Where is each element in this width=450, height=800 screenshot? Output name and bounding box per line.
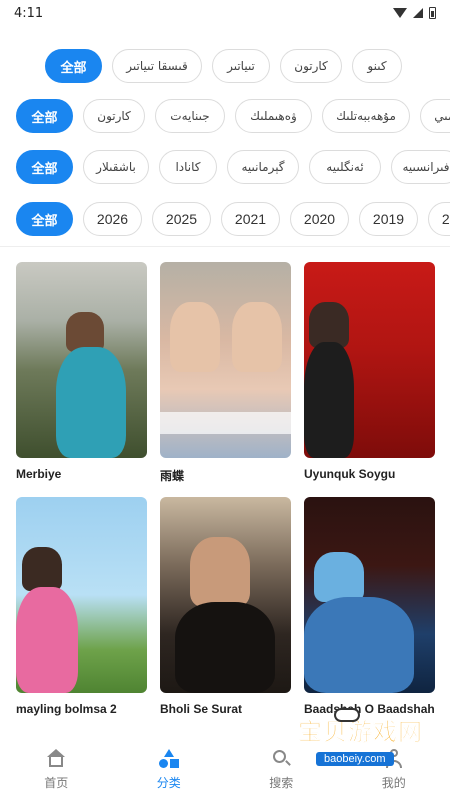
chip-type-2[interactable]: تىياتىر (212, 49, 270, 83)
status-time: 4:11 (14, 5, 44, 21)
chip-region-2[interactable]: كانادا (159, 150, 217, 184)
nav-home-label: 首页 (44, 776, 69, 790)
chip-region-all[interactable]: 全部 (16, 150, 73, 184)
video-card[interactable]: mayling bolmsa 2 (16, 497, 147, 718)
nav-search-label: 搜索 (269, 776, 294, 790)
chip-region-3[interactable]: گېرمانىيە (227, 150, 299, 184)
video-card[interactable]: 雨蝶 (160, 262, 291, 483)
filter-row-region[interactable]: 全部 باشقىلار كانادا گېرمانىيە ئەنگلىيە فى… (0, 147, 450, 187)
chip-genre-3[interactable]: ۋەھىملىك (235, 99, 312, 133)
filter-row-type[interactable]: 全部 قىسقا تىياتىر تىياتىر كارتون كىنو (0, 46, 450, 86)
chip-genre-4[interactable]: مۇھەببەتلىك (322, 99, 410, 133)
chip-region-4[interactable]: ئەنگلىيە (309, 150, 381, 184)
video-title: Merbiye (16, 467, 62, 481)
chip-genre-5[interactable]: ئىلمىي (420, 99, 450, 133)
video-title: Bholi Se Surat (160, 702, 243, 716)
video-thumbnail[interactable] (160, 497, 291, 693)
user-icon (383, 749, 405, 769)
chip-type-3[interactable]: كارتون (280, 49, 342, 83)
section-divider (0, 246, 450, 247)
chip-genre-2[interactable]: جىنايەت (155, 99, 225, 133)
category-icon (158, 749, 180, 769)
chip-year-2019[interactable]: 2019 (359, 202, 418, 236)
chip-year-2025[interactable]: 2025 (152, 202, 211, 236)
nav-category[interactable]: 分类 (124, 749, 214, 791)
chip-region-1[interactable]: باشقىلار (83, 150, 149, 184)
wifi-icon (393, 8, 407, 18)
chip-type-4[interactable]: كىنو (352, 49, 402, 83)
chip-year-2026[interactable]: 2026 (83, 202, 142, 236)
nav-mine-label: 我的 (381, 776, 406, 790)
chip-region-5[interactable]: فىرانسىيە (391, 150, 450, 184)
filter-row-year[interactable]: 全部 2026 2025 2021 2020 2019 2018 (0, 199, 450, 239)
video-card[interactable]: Uyunquk Soygu (304, 262, 435, 483)
nav-home[interactable]: 首页 (11, 749, 101, 791)
status-bar: 4:11 (0, 0, 450, 26)
video-thumbnail[interactable] (16, 497, 147, 693)
search-icon (270, 749, 292, 769)
chip-genre-1[interactable]: كارتون (83, 99, 145, 133)
signal-icon (413, 8, 423, 18)
nav-search[interactable]: 搜索 (236, 749, 326, 791)
video-thumbnail[interactable] (160, 262, 291, 458)
nav-mine[interactable]: 我的 (349, 749, 439, 791)
video-title: mayling bolmsa 2 (16, 702, 117, 716)
chip-type-all[interactable]: 全部 (45, 49, 102, 83)
video-thumbnail[interactable] (16, 262, 147, 458)
video-thumbnail[interactable] (304, 262, 435, 458)
chip-year-2020[interactable]: 2020 (290, 202, 349, 236)
video-title: Baadshah O Baadshah (304, 702, 435, 716)
bottom-nav: 首页 分类 搜索 我的 (0, 740, 450, 800)
video-title: 雨蝶 (160, 469, 185, 483)
video-card[interactable]: Merbiye (16, 262, 147, 483)
filter-row-genre[interactable]: 全部 كارتون جىنايەت ۋەھىملىك مۇھەببەتلىك ئ… (0, 96, 450, 136)
chip-year-2021[interactable]: 2021 (221, 202, 280, 236)
battery-icon (429, 7, 436, 19)
home-icon (45, 749, 67, 769)
video-card[interactable]: Bholi Se Surat (160, 497, 291, 718)
video-card[interactable]: Baadshah O Baadshah (304, 497, 435, 718)
video-grid: Merbiye 雨蝶 Uyunquk Soygu mayling bolmsa … (16, 262, 435, 718)
status-icons (393, 7, 436, 19)
chip-type-1[interactable]: قىسقا تىياتىر (112, 49, 202, 83)
video-thumbnail[interactable] (304, 497, 435, 693)
video-title: Uyunquk Soygu (304, 467, 396, 481)
nav-category-label: 分类 (156, 776, 181, 790)
chip-year-2018[interactable]: 2018 (428, 202, 450, 236)
chip-year-all[interactable]: 全部 (16, 202, 73, 236)
chip-genre-all[interactable]: 全部 (16, 99, 73, 133)
